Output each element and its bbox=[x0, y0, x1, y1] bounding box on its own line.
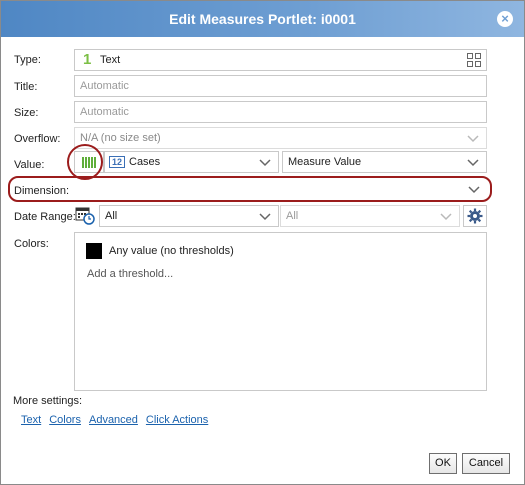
close-icon[interactable]: × bbox=[497, 11, 513, 27]
add-threshold-link[interactable]: Add a threshold... bbox=[87, 268, 173, 280]
type-field[interactable]: 1 Text bbox=[74, 49, 487, 71]
chevron-down-icon bbox=[258, 155, 272, 169]
link-text[interactable]: Text bbox=[21, 414, 41, 426]
numeric-badge-icon: 12 bbox=[109, 156, 125, 168]
date-range-from-select[interactable]: All bbox=[99, 205, 279, 227]
calendar-clock-icon[interactable] bbox=[75, 205, 95, 228]
overflow-select[interactable]: N/A (no size set) bbox=[74, 127, 487, 149]
colors-label: Colors: bbox=[14, 238, 49, 250]
highlight-rectangle bbox=[8, 176, 492, 202]
size-placeholder: Automatic bbox=[80, 106, 129, 118]
type-number-icon: 1 bbox=[83, 51, 92, 68]
type-label: Type: bbox=[14, 54, 41, 66]
aggregation-select[interactable]: Measure Value bbox=[282, 151, 487, 173]
color-swatch[interactable] bbox=[86, 243, 102, 259]
title-label: Title: bbox=[14, 81, 38, 93]
measure-value: Cases bbox=[129, 156, 161, 168]
date-range-to-value: All bbox=[286, 210, 299, 222]
title-placeholder: Automatic bbox=[80, 80, 129, 92]
ok-button[interactable]: OK bbox=[429, 453, 457, 474]
link-advanced[interactable]: Advanced bbox=[89, 414, 138, 426]
chevron-down-icon bbox=[466, 131, 480, 145]
chevron-down-icon bbox=[439, 209, 453, 223]
cancel-button[interactable]: Cancel bbox=[462, 453, 510, 474]
dialog-title-bar: Edit Measures Portlet: i0001 × bbox=[1, 1, 524, 37]
chevron-down-icon bbox=[258, 209, 272, 223]
title-input[interactable]: Automatic bbox=[74, 75, 487, 97]
any-value-label: Any value (no thresholds) bbox=[109, 245, 234, 257]
measure-select[interactable]: 12 Cases bbox=[104, 151, 279, 173]
date-range-label: Date Range: bbox=[14, 211, 76, 223]
colors-panel: Any value (no thresholds) Add a threshol… bbox=[74, 232, 487, 391]
date-range-from-value: All bbox=[105, 210, 118, 222]
grid-icon[interactable] bbox=[467, 53, 481, 70]
link-click-actions[interactable]: Click Actions bbox=[146, 414, 208, 426]
dialog-title: Edit Measures Portlet: i0001 bbox=[169, 11, 356, 27]
aggregation-value: Measure Value bbox=[288, 156, 362, 168]
value-label: Value: bbox=[14, 159, 45, 171]
type-value: Text bbox=[100, 54, 121, 66]
more-settings-label: More settings: bbox=[13, 395, 83, 407]
highlight-circle bbox=[67, 144, 103, 180]
date-range-to-select[interactable]: All bbox=[280, 205, 460, 227]
gear-icon[interactable] bbox=[463, 205, 487, 227]
overflow-value: N/A (no size set) bbox=[80, 132, 161, 144]
chevron-down-icon bbox=[466, 155, 480, 169]
link-colors[interactable]: Colors bbox=[49, 414, 81, 426]
more-settings-links: Text Colors Advanced Click Actions bbox=[21, 414, 216, 426]
size-label: Size: bbox=[14, 107, 39, 119]
overflow-label: Overflow: bbox=[14, 133, 61, 145]
edit-measures-dialog: Edit Measures Portlet: i0001 × Type: 1 T… bbox=[0, 0, 525, 485]
size-input[interactable]: Automatic bbox=[74, 101, 487, 123]
